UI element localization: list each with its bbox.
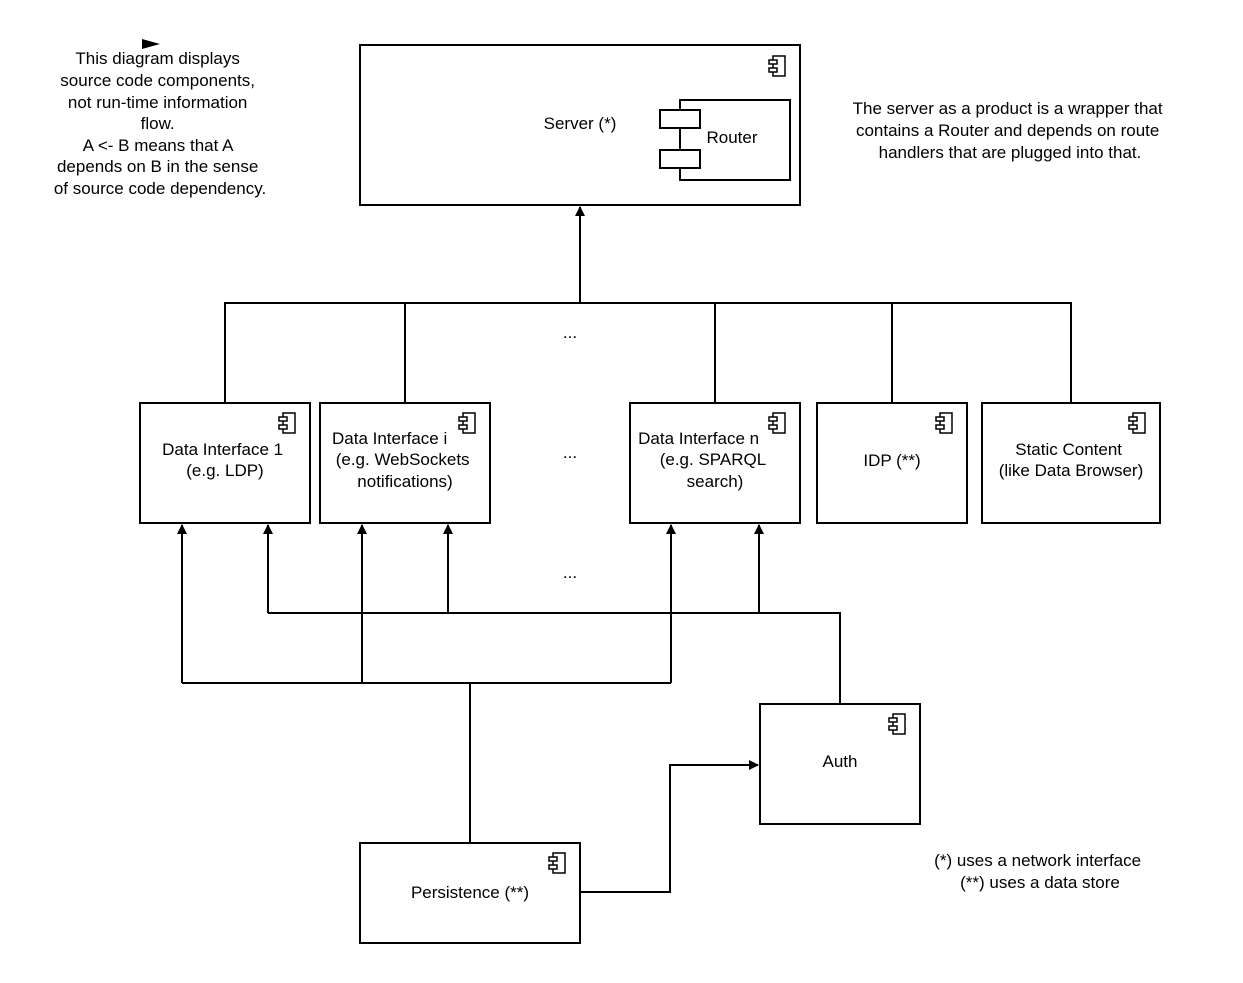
- persistence-component[interactable]: Persistence (**): [359, 842, 581, 944]
- idp-label: IDP (**): [863, 451, 920, 470]
- ellipsis-middle: ...: [563, 443, 577, 462]
- auth-component[interactable]: Auth: [759, 703, 921, 825]
- server-component[interactable]: Server (*) Router: [359, 44, 801, 206]
- dependency-lines: [177, 206, 1072, 893]
- data-interface-n-component[interactable]: Data Interface n (e.g. SPARQL search): [629, 402, 801, 524]
- auth-label: Auth: [823, 752, 858, 771]
- legend-note: This diagram displays source code compon…: [54, 49, 266, 198]
- architecture-diagram: This diagram displays source code compon…: [54, 39, 1168, 944]
- server-label: Server (*): [544, 114, 617, 133]
- router-component[interactable]: Router: [659, 99, 791, 181]
- data-interface-i-component[interactable]: Data Interface i (e.g. WebSockets notifi…: [319, 402, 491, 524]
- footnotes: (*) uses a network interface (**) uses a…: [934, 851, 1146, 892]
- ellipsis-bottom: ...: [563, 563, 577, 582]
- data-interface-1-component[interactable]: Data Interface 1 (e.g. LDP): [139, 402, 311, 524]
- idp-component[interactable]: IDP (**): [816, 402, 968, 524]
- persistence-label: Persistence (**): [411, 883, 529, 902]
- ellipsis-top: ...: [563, 323, 577, 342]
- arrow-marker-icon: [142, 39, 160, 49]
- static-content-component[interactable]: Static Content (like Data Browser): [981, 402, 1161, 524]
- router-label: Router: [706, 128, 757, 147]
- server-note: The server as a product is a wrapper tha…: [853, 99, 1168, 162]
